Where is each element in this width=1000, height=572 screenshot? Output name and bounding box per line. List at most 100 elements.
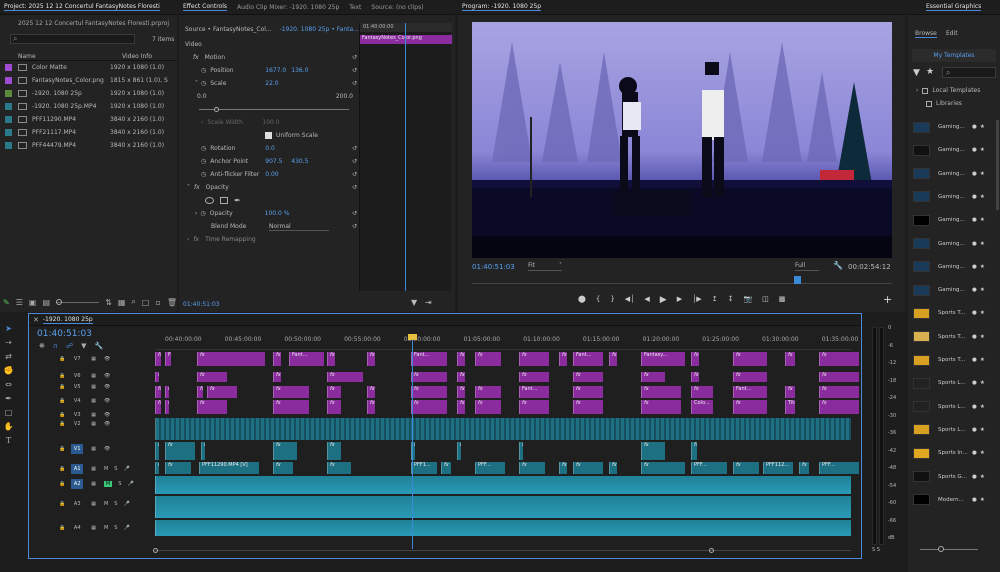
track-lock-icon[interactable]: 🔒 bbox=[59, 373, 65, 379]
template-item[interactable]: Sports G... ● ★ bbox=[913, 469, 995, 485]
motion-row[interactable]: fx Motion ↺ bbox=[185, 51, 357, 64]
uniform-scale-checkbox[interactable] bbox=[265, 132, 272, 139]
timeline-clip[interactable]: Tita... bbox=[785, 400, 795, 414]
timeline-clip[interactable]: fx bbox=[819, 400, 859, 414]
timeline-clip[interactable]: PFF112... bbox=[763, 462, 793, 474]
template-item[interactable]: Sports T... ● ★ bbox=[913, 305, 995, 321]
template-item[interactable]: Gaming... ● ★ bbox=[913, 166, 995, 182]
find-icon[interactable]: ⌕ bbox=[131, 297, 135, 307]
timeline-clip[interactable]: fx bbox=[691, 352, 699, 366]
checkbox[interactable] bbox=[922, 87, 929, 94]
track-lock-icon[interactable]: 🔒 bbox=[59, 501, 65, 507]
star-icon[interactable]: ★ bbox=[980, 171, 985, 177]
info-icon[interactable]: ● bbox=[972, 334, 977, 340]
list-item[interactable]: PFF11290.MP4 3840 x 2160 (1.0) bbox=[0, 113, 177, 126]
toggle-output-icon[interactable]: 👁 bbox=[104, 373, 110, 379]
timeline-clip[interactable]: fx bbox=[733, 400, 767, 414]
extract-icon[interactable]: ↧ bbox=[728, 295, 734, 305]
track-target[interactable]: V7 bbox=[71, 354, 83, 364]
timeline-clip[interactable]: fx bbox=[641, 462, 685, 474]
timeline-clip[interactable]: PFF1... bbox=[411, 462, 437, 474]
template-item[interactable]: Gaming... ● ★ bbox=[913, 142, 995, 158]
stopwatch-icon[interactable]: ◷ bbox=[200, 210, 205, 217]
program-video-frame[interactable] bbox=[472, 22, 892, 258]
track-lock-icon[interactable]: 🔒 bbox=[59, 466, 65, 472]
stopwatch-icon[interactable]: ◷ bbox=[201, 158, 206, 165]
microphone-icon[interactable]: 🎤 bbox=[123, 501, 129, 507]
tab-source[interactable]: Source: (no clips) bbox=[371, 4, 423, 11]
timeline-clip[interactable]: fx bbox=[197, 386, 203, 398]
timeline-clip[interactable]: fx bbox=[155, 400, 161, 414]
timeline-clip[interactable] bbox=[155, 418, 851, 440]
compare-icon[interactable]: ◫ bbox=[762, 295, 769, 305]
timeline-clip[interactable]: fx bbox=[733, 352, 767, 366]
sync-lock-icon[interactable]: ▦ bbox=[91, 373, 96, 379]
template-item[interactable]: Gaming... ● ★ bbox=[913, 259, 995, 275]
timeline-clip[interactable]: fx bbox=[641, 386, 681, 398]
timeline-clip[interactable]: Fant... bbox=[733, 386, 767, 398]
pen-tool-icon[interactable]: ✒ bbox=[2, 393, 15, 404]
col-name[interactable]: Name bbox=[18, 53, 36, 60]
scale-slider[interactable] bbox=[185, 103, 357, 116]
linked-selection-icon[interactable]: ☍ bbox=[66, 342, 73, 350]
timeline-clip[interactable]: fx bbox=[573, 386, 603, 398]
timeline-clip[interactable]: fx bbox=[411, 372, 447, 382]
reset-icon[interactable]: ↺ bbox=[352, 184, 357, 191]
antiflicker-row[interactable]: ◷ Anti-flicker Filter 0.00 ↺ bbox=[185, 168, 357, 181]
timeline-clip[interactable]: fx bbox=[785, 386, 795, 398]
fit-select[interactable]: Fit ˅ bbox=[528, 262, 562, 271]
info-icon[interactable]: ● bbox=[972, 427, 977, 433]
razor-tool-icon[interactable]: ✊ bbox=[2, 365, 15, 376]
track-header-v6[interactable]: 🔒 V6 ▦ 👁 bbox=[59, 371, 183, 381]
info-icon[interactable]: ● bbox=[972, 171, 977, 177]
sync-lock-icon[interactable]: ▦ bbox=[91, 356, 96, 362]
timeline-timecode[interactable]: 01:40:51:03 bbox=[37, 329, 92, 339]
timeline-clip[interactable]: fx bbox=[165, 400, 169, 414]
timeline-clip[interactable]: PFF11290.MP4 [V] bbox=[199, 462, 259, 474]
local-templates-row[interactable]: › Local Templates bbox=[916, 87, 980, 94]
timeline-clip[interactable]: fx bbox=[207, 386, 237, 398]
timeline-clip[interactable]: Fantasy... bbox=[641, 352, 685, 366]
zoom-slider-thumb[interactable] bbox=[56, 298, 62, 305]
opacity-row[interactable]: › ◷ Opacity 100.0 % ↺ bbox=[185, 207, 357, 220]
slider-thumb[interactable] bbox=[214, 107, 219, 112]
timeline-playhead[interactable] bbox=[412, 334, 413, 549]
star-icon[interactable]: ★ bbox=[980, 450, 985, 456]
stopwatch-icon[interactable]: ◷ bbox=[201, 171, 206, 178]
track-lock-icon[interactable]: 🔒 bbox=[59, 398, 65, 404]
timeline-clip[interactable]: Fant... bbox=[289, 352, 324, 366]
close-icon[interactable]: ✕ bbox=[33, 316, 39, 324]
info-icon[interactable]: ● bbox=[972, 474, 977, 480]
slip-tool-icon[interactable]: ⇔ bbox=[2, 379, 15, 390]
timeline-clip[interactable]: fx bbox=[641, 372, 665, 382]
info-icon[interactable]: ● bbox=[972, 241, 977, 247]
reset-icon[interactable]: ↺ bbox=[352, 223, 357, 230]
timeline-clip[interactable]: Fant... bbox=[573, 352, 603, 366]
freeform-view-icon[interactable]: ▤ bbox=[42, 298, 50, 307]
timeline-clip[interactable]: fx bbox=[411, 400, 447, 414]
solo-toggle[interactable]: S bbox=[114, 466, 117, 472]
mute-toggle[interactable]: M bbox=[104, 525, 108, 531]
star-icon[interactable]: ★ bbox=[926, 67, 934, 77]
template-item[interactable]: Gaming... ● ★ bbox=[913, 236, 995, 252]
star-icon[interactable]: ★ bbox=[980, 357, 985, 363]
star-icon[interactable]: ★ bbox=[980, 217, 985, 223]
timeline-clip[interactable]: fx bbox=[457, 372, 465, 382]
timeline-clip[interactable]: fx bbox=[441, 462, 451, 474]
mute-toggle[interactable]: M bbox=[104, 466, 108, 472]
star-icon[interactable]: ★ bbox=[980, 310, 985, 316]
tab-sequence[interactable]: -1920. 1080 25p bbox=[42, 316, 93, 324]
timeline-clip[interactable]: fx bbox=[641, 442, 665, 460]
quality-select[interactable]: Full bbox=[795, 262, 819, 271]
timeline-clip[interactable]: Colo... bbox=[691, 400, 713, 414]
timeline-clip[interactable]: FantasyNotes_C... bbox=[165, 352, 171, 366]
sync-lock-icon[interactable]: ▦ bbox=[91, 398, 96, 404]
program-scrubber[interactable] bbox=[472, 276, 892, 284]
timeline-clip[interactable]: fx bbox=[155, 352, 161, 366]
track-lock-icon[interactable]: 🔒 bbox=[59, 356, 65, 362]
reset-icon[interactable]: ↺ bbox=[352, 54, 357, 61]
timeline-clip[interactable]: fx bbox=[273, 352, 281, 366]
solo-toggle[interactable]: S bbox=[114, 501, 117, 507]
star-icon[interactable]: ★ bbox=[980, 241, 985, 247]
info-icon[interactable]: ● bbox=[972, 194, 977, 200]
